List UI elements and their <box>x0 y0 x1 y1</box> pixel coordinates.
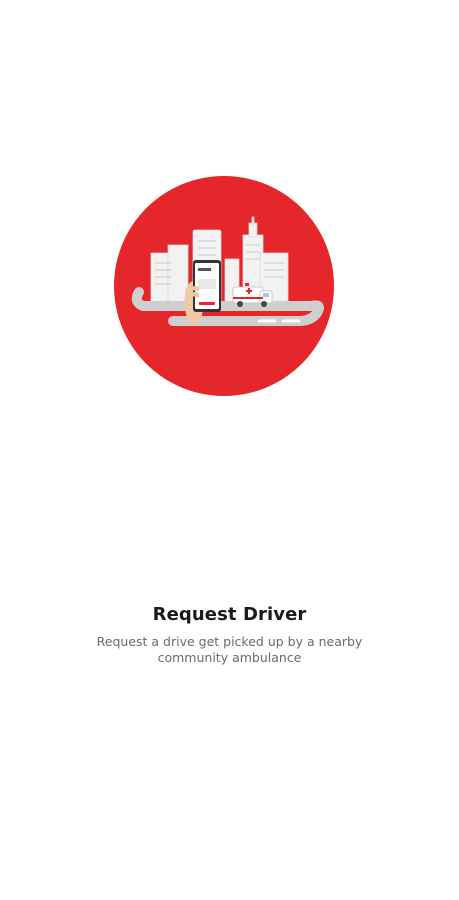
ambulance-request-illustration-icon <box>114 176 334 396</box>
onboarding-title: Request Driver <box>152 604 307 625</box>
red-circle-background <box>114 176 334 396</box>
phone <box>193 260 221 312</box>
onboarding-description: Request a drive get picked up by a nearb… <box>96 634 363 665</box>
city-ambulance-illustration <box>113 175 335 397</box>
